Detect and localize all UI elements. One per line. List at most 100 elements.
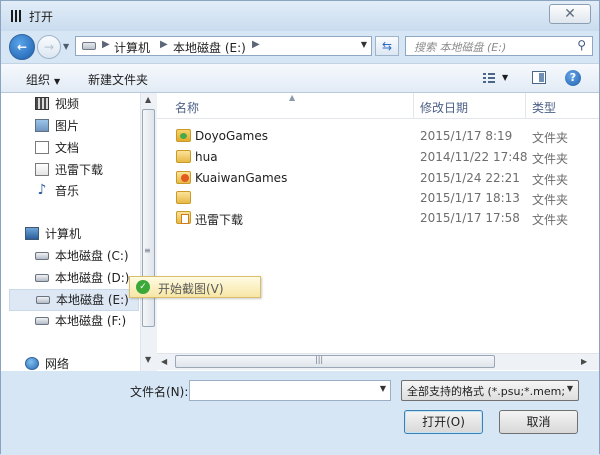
- sidebar-item-label: 音乐: [55, 184, 80, 198]
- search-input[interactable]: [412, 38, 576, 56]
- drive-icon: [35, 252, 49, 260]
- drive-icon: [82, 42, 96, 50]
- folder-icon: [176, 191, 191, 204]
- table-row[interactable]: DoyoGames 2015/1/17 8:19 文件夹: [157, 126, 599, 146]
- kuaiwan-folder-icon: [176, 171, 191, 184]
- refresh-button[interactable]: ⇆: [375, 36, 399, 56]
- address-dropdown[interactable]: ▼: [361, 40, 367, 49]
- breadcrumb-computer[interactable]: 计算机: [114, 39, 150, 56]
- table-row[interactable]: 2015/1/17 18:13 文件夹: [157, 188, 599, 208]
- address-bar[interactable]: ▶ 计算机 ▶ 本地磁盘 (E:) ▶ ▼: [75, 36, 372, 56]
- file-modified: 2014/11/22 17:48: [420, 150, 528, 164]
- cancel-button[interactable]: 取消: [499, 410, 578, 434]
- view-options-icon[interactable]: [483, 73, 495, 83]
- file-name: hua: [195, 150, 218, 164]
- sidebar-item-documents[interactable]: 文档: [35, 138, 135, 158]
- sidebar-item-drive-d[interactable]: 本地磁盘 (D:): [35, 268, 135, 288]
- organize-button[interactable]: 组织 ▼: [26, 71, 60, 88]
- search-box[interactable]: ⚲: [405, 36, 593, 56]
- breadcrumb-drive-e[interactable]: 本地磁盘 (E:): [173, 39, 246, 56]
- picture-icon: [35, 119, 49, 132]
- help-icon[interactable]: ?: [565, 70, 581, 86]
- sidebar-item-label: 本地磁盘 (F:): [55, 314, 127, 328]
- organize-label: 组织: [26, 73, 51, 87]
- open-button[interactable]: 打开(O): [404, 410, 483, 434]
- computer-icon: [25, 227, 39, 240]
- file-type: 文件夹: [532, 213, 569, 227]
- sidebar-item-videos[interactable]: 视频: [35, 94, 135, 114]
- thunder-download-icon: [35, 163, 49, 176]
- table-row[interactable]: 迅雷下载 2015/1/17 17:58 文件夹: [157, 208, 599, 228]
- screenshot-tooltip[interactable]: ✓ 开始截图(V): [129, 276, 261, 298]
- navigation-pane: 视频 图片 文档 迅雷下载 ♪ 音乐 计算机 本地磁盘 (C:) 本地磁盘 (D…: [1, 93, 140, 371]
- sidebar-item-thunder-download[interactable]: 迅雷下载: [35, 160, 135, 180]
- filename-input[interactable]: [194, 383, 368, 400]
- filetype-selected: 全部支持的格式 (*.psu;*.mem;: [407, 385, 566, 398]
- doyogames-folder-icon: [176, 129, 191, 142]
- sidebar-item-music[interactable]: ♪ 音乐: [35, 181, 135, 201]
- filename-combobox[interactable]: ▼: [189, 380, 391, 401]
- filetype-select[interactable]: 全部支持的格式 (*.psu;*.mem; ▼: [401, 380, 579, 401]
- column-header-name[interactable]: 名称: [175, 99, 199, 116]
- navigation-bar: ← → ▼ ▶ 计算机 ▶ 本地磁盘 (E:) ▶ ▼ ⇆ ⚲: [1, 31, 599, 61]
- close-button[interactable]: ✕: [549, 4, 591, 24]
- file-name: DoyoGames: [195, 129, 269, 143]
- sidebar-item-drive-e[interactable]: 本地磁盘 (E:): [9, 289, 139, 311]
- drive-icon: [36, 296, 50, 304]
- back-button[interactable]: ←: [9, 34, 35, 60]
- sidebar-item-label: 图片: [55, 119, 80, 133]
- video-icon: [35, 97, 49, 110]
- sidebar-item-label: 本地磁盘 (E:): [56, 293, 129, 307]
- file-type: 文件夹: [532, 131, 569, 145]
- column-divider[interactable]: [525, 93, 526, 119]
- open-file-dialog: 打开 ✕ ← → ▼ ▶ 计算机 ▶ 本地磁盘 (E:) ▶ ▼ ⇆ ⚲ 组织▼…: [0, 0, 600, 455]
- file-type: 文件夹: [532, 173, 569, 187]
- scrollbar-grip-icon: |||: [315, 355, 324, 364]
- sidebar-item-pictures[interactable]: 图片: [35, 116, 135, 136]
- column-header-type[interactable]: 类型: [532, 99, 556, 116]
- chevron-right-icon[interactable]: ▶: [102, 39, 110, 50]
- chevron-right-icon[interactable]: ▶: [252, 39, 260, 50]
- new-folder-button[interactable]: 新建文件夹: [88, 71, 148, 88]
- sidebar-item-computer[interactable]: 计算机: [25, 224, 125, 244]
- table-row[interactable]: KuaiwanGames 2015/1/24 22:21 文件夹: [157, 168, 599, 188]
- scroll-right-icon[interactable]: ▶: [581, 357, 587, 366]
- sidebar-item-label: 本地磁盘 (C:): [55, 249, 129, 263]
- scroll-down-icon[interactable]: ▼: [145, 355, 151, 364]
- scroll-up-icon[interactable]: ▲: [145, 95, 151, 104]
- preview-pane-icon[interactable]: [532, 71, 546, 84]
- app-icon: [11, 10, 21, 22]
- table-row[interactable]: hua 2014/11/22 17:48 文件夹: [157, 147, 599, 167]
- chevron-right-icon[interactable]: ▶: [160, 39, 168, 50]
- drive-icon: [35, 274, 49, 282]
- scrollbar-thumb[interactable]: [175, 355, 495, 368]
- new-folder-label: 新建文件夹: [88, 73, 149, 87]
- file-name: 迅雷下载: [195, 213, 244, 227]
- file-type: 文件夹: [532, 193, 569, 207]
- navigation-pane-scrollbar[interactable]: ▲ ≡ ▼: [140, 93, 157, 371]
- folder-icon: [176, 150, 191, 163]
- dialog-footer: 文件名(N): ▼ 全部支持的格式 (*.psu;*.mem; ▼ 打开(O) …: [1, 371, 599, 455]
- tooltip-text: 开始截图(V): [158, 282, 224, 296]
- view-dropdown-icon[interactable]: ▼: [502, 73, 508, 82]
- drive-icon: [35, 317, 49, 325]
- forward-button[interactable]: →: [37, 35, 61, 59]
- column-header-modified[interactable]: 修改日期: [420, 99, 468, 116]
- chevron-down-icon[interactable]: ▼: [380, 384, 386, 393]
- scroll-left-icon[interactable]: ◀: [161, 357, 167, 366]
- recent-pages-dropdown[interactable]: ▼: [63, 42, 69, 51]
- document-icon: [35, 141, 49, 154]
- sidebar-item-drive-c[interactable]: 本地磁盘 (C:): [35, 246, 135, 266]
- file-modified: 2015/1/17 8:19: [420, 129, 513, 143]
- file-name: KuaiwanGames: [195, 171, 288, 185]
- horizontal-scrollbar[interactable]: ◀ ||| ▶: [157, 353, 599, 370]
- refresh-icon: ⇆: [381, 39, 393, 53]
- sidebar-item-label: 视频: [55, 97, 80, 111]
- search-icon[interactable]: ⚲: [577, 38, 586, 52]
- network-icon: [25, 357, 39, 370]
- column-divider[interactable]: [413, 93, 414, 119]
- title-bar: 打开 ✕: [1, 1, 599, 31]
- sidebar-item-drive-f[interactable]: 本地磁盘 (F:): [35, 311, 135, 331]
- sidebar-item-label: 计算机: [45, 227, 82, 241]
- music-icon: ♪: [37, 182, 47, 198]
